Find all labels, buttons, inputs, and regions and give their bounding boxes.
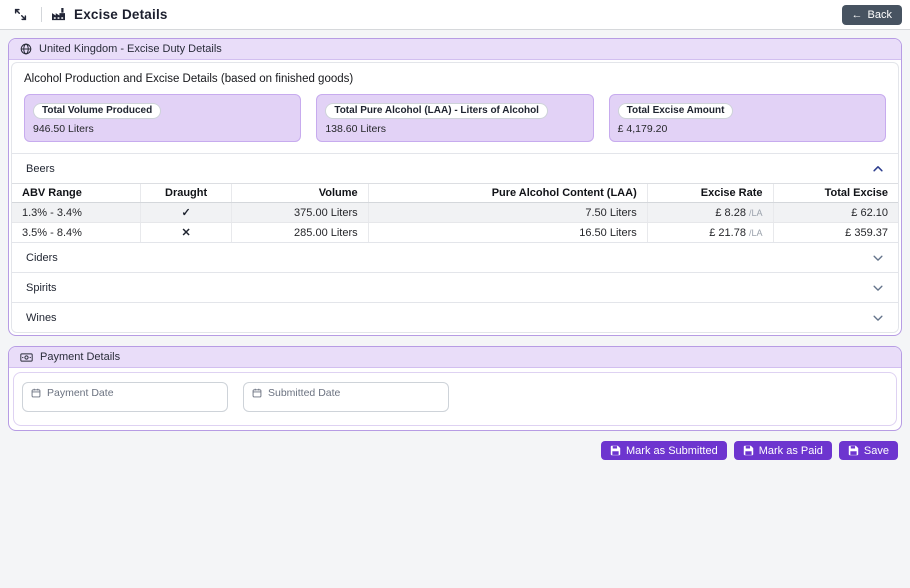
cell-abv: 3.5% - 8.4% — [12, 223, 140, 243]
calendar-icon — [31, 387, 41, 398]
cross-icon: ✕ — [140, 223, 231, 243]
rate-unit: /LA — [749, 208, 763, 218]
col-abv-range: ABV Range — [12, 184, 140, 203]
accordion-section-beers: Beers — [12, 153, 898, 242]
accordion-section-ciders: Ciders — [12, 242, 898, 272]
cell-volume: 375.00 Liters — [232, 203, 368, 223]
summary-badge: Total Excise Amount — [618, 103, 734, 119]
banknote-icon — [20, 352, 33, 363]
beers-table-header-row: ABV Range Draught Volume Pure Alcohol Co… — [12, 184, 898, 203]
accordion-header-wines[interactable]: Wines — [12, 303, 898, 332]
date-input-label: Payment Date — [47, 387, 114, 399]
mark-as-paid-button[interactable]: Mark as Paid — [734, 441, 832, 460]
accordion-section-spirits: Spirits — [12, 272, 898, 302]
excise-card-title: United Kingdom - Excise Duty Details — [39, 43, 222, 55]
button-label: Mark as Paid — [759, 445, 823, 457]
calendar-icon — [252, 387, 262, 398]
button-label: Save — [864, 445, 889, 457]
col-excise-rate: Excise Rate — [647, 184, 773, 203]
summary-row: Total Volume Produced 946.50 Liters Tota… — [12, 85, 898, 153]
chevron-down-icon — [872, 282, 884, 294]
table-row: 1.3% - 3.4% ✓ 375.00 Liters 7.50 Liters … — [12, 203, 898, 223]
save-icon — [743, 445, 754, 456]
summary-card-total-pure-alcohol: Total Pure Alcohol (LAA) - Liters of Alc… — [316, 94, 593, 142]
accordion-header-spirits[interactable]: Spirits — [12, 273, 898, 302]
globe-icon — [20, 43, 32, 55]
chevron-up-icon — [872, 163, 884, 175]
page-content: United Kingdom - Excise Duty Details Alc… — [0, 30, 910, 468]
check-icon: ✓ — [140, 203, 231, 223]
payment-card-title: Payment Details — [40, 351, 120, 363]
summary-value: 946.50 Liters — [33, 123, 292, 135]
cell-rate: £ 21.78 /LA — [647, 223, 773, 243]
production-section-title: Alcohol Production and Excise Details (b… — [12, 63, 898, 85]
col-pure-alcohol: Pure Alcohol Content (LAA) — [368, 184, 647, 203]
save-icon — [610, 445, 621, 456]
cell-abv: 1.3% - 3.4% — [12, 203, 140, 223]
chevron-down-icon — [872, 252, 884, 264]
button-label: Mark as Submitted — [626, 445, 718, 457]
summary-badge: Total Volume Produced — [33, 103, 161, 119]
summary-value: 138.60 Liters — [325, 123, 584, 135]
col-total-excise: Total Excise — [773, 184, 898, 203]
mark-as-submitted-button[interactable]: Mark as Submitted — [601, 441, 727, 460]
cell-total: £ 62.10 — [773, 203, 898, 223]
summary-card-total-volume: Total Volume Produced 946.50 Liters — [24, 94, 301, 142]
cell-total: £ 359.37 — [773, 223, 898, 243]
cell-laa: 7.50 Liters — [368, 203, 647, 223]
cell-rate: £ 8.28 /LA — [647, 203, 773, 223]
back-button[interactable]: ← Back — [842, 5, 902, 25]
arrow-left-icon: ← — [852, 9, 863, 21]
payment-details-card: Payment Details Payment Date — [8, 346, 902, 431]
summary-badge: Total Pure Alcohol (LAA) - Liters of Alc… — [325, 103, 548, 119]
date-input-label: Submitted Date — [268, 387, 340, 399]
submitted-date-input[interactable]: Submitted Date — [243, 382, 449, 412]
col-draught: Draught — [140, 184, 231, 203]
payment-date-input[interactable]: Payment Date — [22, 382, 228, 412]
expand-diagonal-button[interactable] — [8, 4, 32, 26]
beers-table: ABV Range Draught Volume Pure Alcohol Co… — [12, 183, 898, 242]
accordion-label: Wines — [26, 312, 57, 324]
accordion-header-beers[interactable]: Beers — [12, 154, 898, 183]
table-row: 3.5% - 8.4% ✕ 285.00 Liters 16.50 Liters… — [12, 223, 898, 243]
payment-card-header: Payment Details — [9, 347, 901, 368]
back-button-label: Back — [868, 9, 892, 21]
action-bar: Mark as Submitted Mark as Paid Save — [8, 431, 902, 460]
accordion-section-wines: Wines — [12, 302, 898, 332]
chevron-down-icon — [872, 312, 884, 324]
excise-card-header: United Kingdom - Excise Duty Details — [9, 39, 901, 60]
save-icon — [848, 445, 859, 456]
excise-duty-card: United Kingdom - Excise Duty Details Alc… — [8, 38, 902, 336]
col-volume: Volume — [232, 184, 368, 203]
factory-icon — [51, 8, 66, 21]
payment-panel: Payment Date Submitted Date — [13, 372, 897, 426]
accordion-label: Beers — [26, 163, 55, 175]
topbar: Excise Details ← Back — [0, 0, 910, 30]
rate-unit: /LA — [749, 228, 763, 238]
topbar-divider — [41, 7, 42, 22]
accordion-header-ciders[interactable]: Ciders — [12, 243, 898, 272]
expand-diagonal-icon — [14, 8, 27, 21]
page-title: Excise Details — [74, 7, 168, 22]
summary-value: £ 4,179.20 — [618, 123, 877, 135]
accordion-label: Ciders — [26, 252, 58, 264]
accordion-label: Spirits — [26, 282, 57, 294]
save-button[interactable]: Save — [839, 441, 898, 460]
cell-volume: 285.00 Liters — [232, 223, 368, 243]
production-panel: Alcohol Production and Excise Details (b… — [11, 62, 899, 333]
cell-laa: 16.50 Liters — [368, 223, 647, 243]
summary-card-total-excise: Total Excise Amount £ 4,179.20 — [609, 94, 886, 142]
